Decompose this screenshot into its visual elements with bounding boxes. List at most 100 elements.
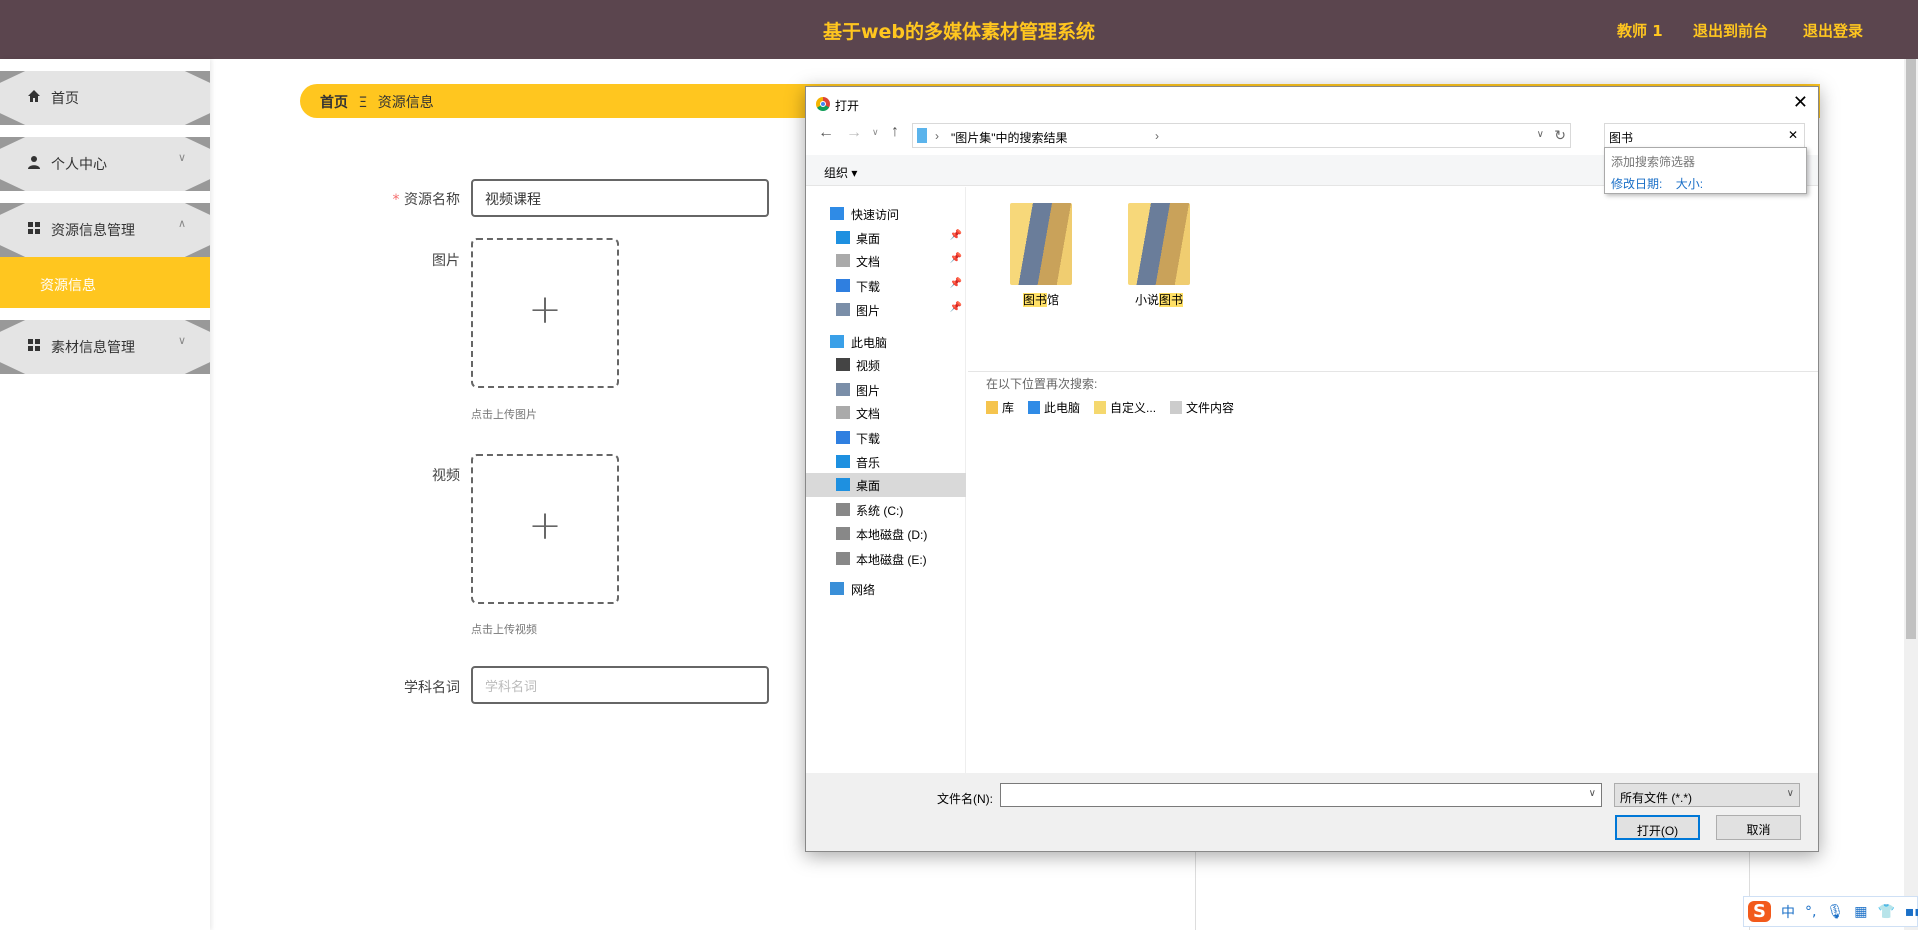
back-arrow-icon[interactable]: ← — [818, 124, 834, 142]
grid-icon — [28, 339, 40, 351]
clear-search-icon[interactable]: ✕ — [1788, 128, 1798, 142]
user-name-link[interactable]: 教师 1 — [1617, 20, 1663, 41]
logout-link[interactable]: 退出登录 — [1803, 20, 1863, 41]
recent-chevron-icon[interactable]: ∨ — [872, 127, 879, 138]
microphone-icon[interactable]: 🎙 — [1826, 904, 1844, 920]
sidebar-item-home[interactable]: 首页 — [0, 71, 210, 125]
chrome-icon — [816, 97, 830, 111]
ime-punct-toggle[interactable]: °, — [1805, 904, 1816, 920]
forward-arrow-icon[interactable]: → — [846, 124, 862, 142]
resource-name-input[interactable]: 视频课程 — [471, 179, 769, 217]
folder-item[interactable]: 小说图书 — [1119, 203, 1199, 308]
nav-item[interactable]: 下载 — [806, 426, 966, 450]
sidebar-item-resource-management[interactable]: 资源信息管理 ∧ — [0, 203, 210, 257]
nav-item[interactable]: 视频 — [806, 353, 966, 377]
filename-input[interactable]: ∨ — [1000, 783, 1602, 807]
plus-icon: + — [528, 287, 562, 333]
search-location[interactable]: 库 — [986, 399, 1014, 416]
cancel-button[interactable]: 取消 — [1716, 815, 1801, 840]
nav-item[interactable]: 文档 — [806, 401, 966, 425]
video-label: 视频 — [432, 468, 460, 484]
image-label: 图片 — [432, 253, 460, 269]
pin-icon[interactable]: 📌 — [950, 253, 962, 264]
nav-item[interactable]: 图片 — [806, 378, 966, 402]
subject-label: 学科名词 — [404, 680, 460, 696]
nav-item-icon — [836, 527, 850, 541]
folder-icon — [1128, 203, 1190, 285]
nav-item-icon — [830, 335, 844, 349]
filename-label: 文件名(N): — [937, 792, 993, 806]
nav-item-icon — [836, 382, 850, 396]
filter-size[interactable]: 大小: — [1676, 177, 1703, 191]
nav-item-icon — [836, 358, 850, 372]
nav-item[interactable]: 桌面 — [806, 473, 966, 498]
folder-item[interactable]: 图书馆 — [1001, 203, 1081, 308]
close-icon[interactable]: ✕ — [1793, 92, 1808, 113]
address-dropdown-icon[interactable]: ∨ — [1537, 129, 1544, 140]
nav-item[interactable]: 本地磁盘 (E:) — [806, 547, 966, 571]
nav-item-icon — [836, 278, 850, 292]
search-again-locations: 库此电脑 自定义... 文件内容 — [986, 399, 1234, 416]
nav-item-icon — [830, 206, 844, 220]
nav-item[interactable]: 文档 📌 — [806, 249, 966, 273]
sogou-logo-icon: S — [1748, 901, 1771, 922]
search-filter-popup: 添加搜索筛选器 修改日期: 大小: — [1604, 147, 1807, 194]
video-hint: 点击上传视频 — [471, 623, 537, 636]
dialog-title: 打开 — [835, 99, 860, 113]
nav-item[interactable]: 快速访问 — [806, 202, 966, 226]
nav-item[interactable]: 系统 (C:) — [806, 498, 966, 522]
home-icon — [28, 90, 40, 102]
top-header: 基于web的多媒体素材管理系统 教师 1 退出到前台 退出登录 — [0, 0, 1918, 59]
nav-item[interactable]: 下载 📌 — [806, 274, 966, 298]
pin-icon[interactable]: 📌 — [950, 278, 962, 289]
filter-title: 添加搜索筛选器 — [1611, 155, 1696, 169]
nav-item-icon — [836, 502, 850, 516]
breadcrumb-separator: Ξ — [358, 95, 368, 111]
ime-mode-toggle[interactable]: 中 — [1781, 902, 1795, 922]
chevron-up-icon: ∧ — [177, 217, 186, 230]
nav-item-icon — [836, 455, 850, 469]
page-scrollbar[interactable] — [1904, 59, 1918, 930]
search-location[interactable]: 文件内容 — [1170, 399, 1234, 416]
search-location[interactable]: 自定义... — [1094, 399, 1156, 416]
pin-icon[interactable]: 📌 — [950, 302, 962, 313]
toolbox-icon[interactable]: ▪▪ — [1905, 904, 1918, 920]
nav-item[interactable]: 图片 📌 — [806, 298, 966, 322]
nav-item[interactable]: 本地磁盘 (D:) — [806, 522, 966, 546]
back-to-front-link[interactable]: 退出到前台 — [1693, 20, 1768, 41]
sidebar-item-material-management[interactable]: 素材信息管理 ∨ — [0, 320, 210, 374]
pin-icon[interactable]: 📌 — [950, 230, 962, 241]
nav-item-icon — [836, 478, 850, 492]
filter-date[interactable]: 修改日期: — [1611, 177, 1662, 191]
nav-item-icon — [836, 254, 850, 268]
search-location[interactable]: 此电脑 — [1028, 399, 1080, 416]
open-button[interactable]: 打开(O) — [1615, 815, 1700, 840]
up-arrow-icon[interactable]: ↑ — [891, 123, 899, 141]
sidebar-subitem-resource-info[interactable]: 资源信息 — [0, 257, 210, 308]
chevron-down-icon: ∨ — [177, 334, 186, 347]
refresh-icon[interactable]: ↻ — [1554, 127, 1566, 144]
video-upload[interactable]: + — [471, 454, 619, 604]
skin-icon[interactable]: 👕 — [1877, 904, 1894, 920]
keyboard-icon[interactable]: ▦ — [1854, 904, 1867, 920]
image-hint: 点击上传图片 — [471, 408, 537, 421]
search-input[interactable]: 图书 ✕ — [1604, 123, 1805, 148]
subject-input[interactable]: 学科名词 — [471, 666, 769, 704]
dialog-footer: 文件名(N): ∨ 所有文件 (*.*) ∨ 打开(O) 取消 — [806, 773, 1818, 851]
breadcrumb-current: 资源信息 — [377, 95, 434, 111]
ime-toolbar[interactable]: S 中 °, 🎙 ▦ 👕 ▪▪ — [1743, 896, 1918, 927]
address-text: "图片集"中的搜索结果 — [951, 131, 1068, 145]
chevron-down-icon: ∨ — [1786, 788, 1794, 799]
nav-item-icon — [836, 303, 850, 317]
sidebar-item-profile[interactable]: 个人中心 ∨ — [0, 137, 210, 191]
search-again-label: 在以下位置再次搜索: — [986, 377, 1098, 391]
nav-item[interactable]: 桌面 📌 — [806, 226, 966, 250]
image-upload[interactable]: + — [471, 238, 619, 388]
breadcrumb-home[interactable]: 首页 — [320, 95, 348, 111]
filetype-select[interactable]: 所有文件 (*.*) ∨ — [1614, 783, 1800, 807]
address-bar[interactable]: › "图片集"中的搜索结果 › ∨ ↻ — [912, 123, 1571, 148]
nav-item[interactable]: 此电脑 — [806, 330, 966, 354]
nav-item[interactable]: 网络 — [806, 577, 966, 601]
nav-item[interactable]: 音乐 — [806, 450, 966, 474]
filename-dropdown-icon[interactable]: ∨ — [1589, 788, 1596, 799]
